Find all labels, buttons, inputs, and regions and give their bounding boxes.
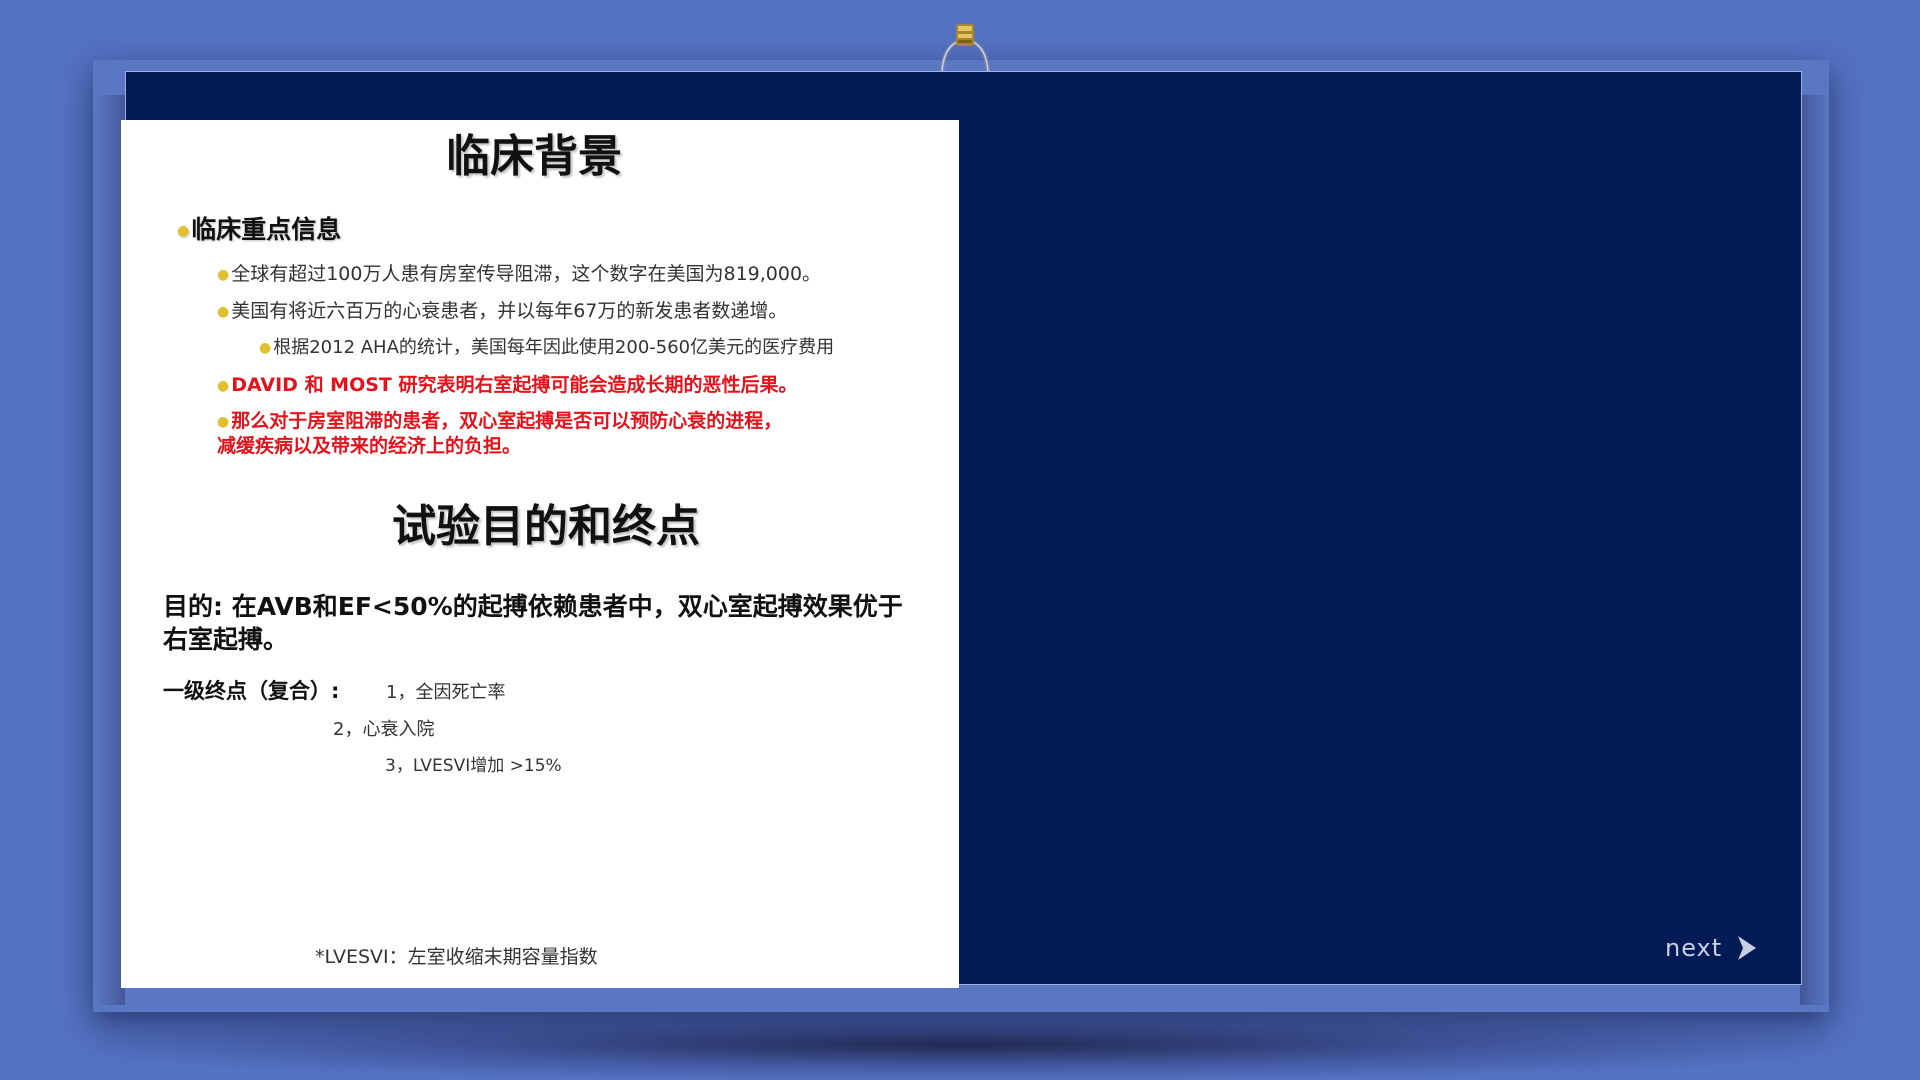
red-point-1-text: DAVID 和 MOST 研究表明右室起搏可能会造成长期的恶性后果。	[231, 374, 798, 396]
heading-clinical-info: ●临床重点信息	[177, 210, 341, 246]
point-3: ● 根据2012 AHA的统计，美国每年因此使用200-560亿美元的医疗费用	[259, 333, 834, 359]
slide-title-background: 临床背景	[446, 131, 622, 182]
chevron-right-icon	[1738, 936, 1757, 960]
point-1: ● 全球有超过100万人患有房室传导阻滞，这个数字在美国为819,000。	[217, 259, 821, 286]
endpoint-item-3: 3，LVESVI增加 >15%	[385, 756, 562, 776]
bullet-dot-icon: ●	[177, 223, 190, 239]
bullet-dot-icon: ●	[217, 413, 230, 430]
point-2-text: 美国有将近六百万的心衰患者，并以每年67万的新发患者数递增。	[231, 300, 788, 322]
red-point-1: ● DAVID 和 MOST 研究表明右室起搏可能会造成长期的恶性后果。	[217, 370, 798, 397]
red-point-2-continued: 减缓疾病以及带来的经济上的负担。	[217, 435, 522, 457]
footnote: *LVESVI：左室收缩末期容量指数	[315, 946, 598, 968]
bullet-dot-icon: ●	[217, 303, 230, 320]
floor-shadow	[95, 1010, 1825, 1080]
endpoint-item-1: 1，全因死亡率	[386, 682, 506, 703]
next-label: next	[1665, 934, 1723, 962]
red-point-2: ● 那么对于房室阻滞的患者，双心室起搏是否可以预防心衰的进程，	[217, 406, 782, 433]
point-2: ● 美国有将近六百万的心衰患者，并以每年67万的新发患者数递增。	[217, 296, 787, 323]
hanger-clip-icon	[940, 24, 990, 73]
point-1-text: 全球有超过100万人患有房室传导阻滞，这个数字在美国为819,000。	[231, 263, 822, 285]
red-point-2-text: 那么对于房室阻滞的患者，双心室起搏是否可以预防心衰的进程，	[231, 410, 783, 432]
right-shadow	[1800, 95, 1830, 1005]
endpoint-item-2: 2，心衰入院	[333, 719, 435, 740]
slide-title-objective: 试验目的和终点	[392, 501, 700, 552]
slide-content: 临床背景 ●临床重点信息 ● 全球有超过100万人患有房室传导阻滞，这个数字在美国…	[121, 120, 959, 988]
objective-statement: 目的: 在AVB和EF<50%的起搏依赖患者中，双心室起搏效果优于右室起搏。	[163, 592, 903, 654]
bullet-dot-icon: ●	[217, 377, 230, 394]
bullet-dot-icon: ●	[217, 266, 230, 283]
next-button[interactable]: next	[1665, 933, 1762, 963]
primary-endpoint-label: 一级终点（复合）:	[163, 679, 340, 703]
heading-clinical-info-text: 临床重点信息	[191, 215, 342, 244]
point-3-text: 根据2012 AHA的统计，美国每年因此使用200-560亿美元的医疗费用	[273, 337, 835, 358]
bullet-dot-icon: ●	[259, 340, 272, 356]
